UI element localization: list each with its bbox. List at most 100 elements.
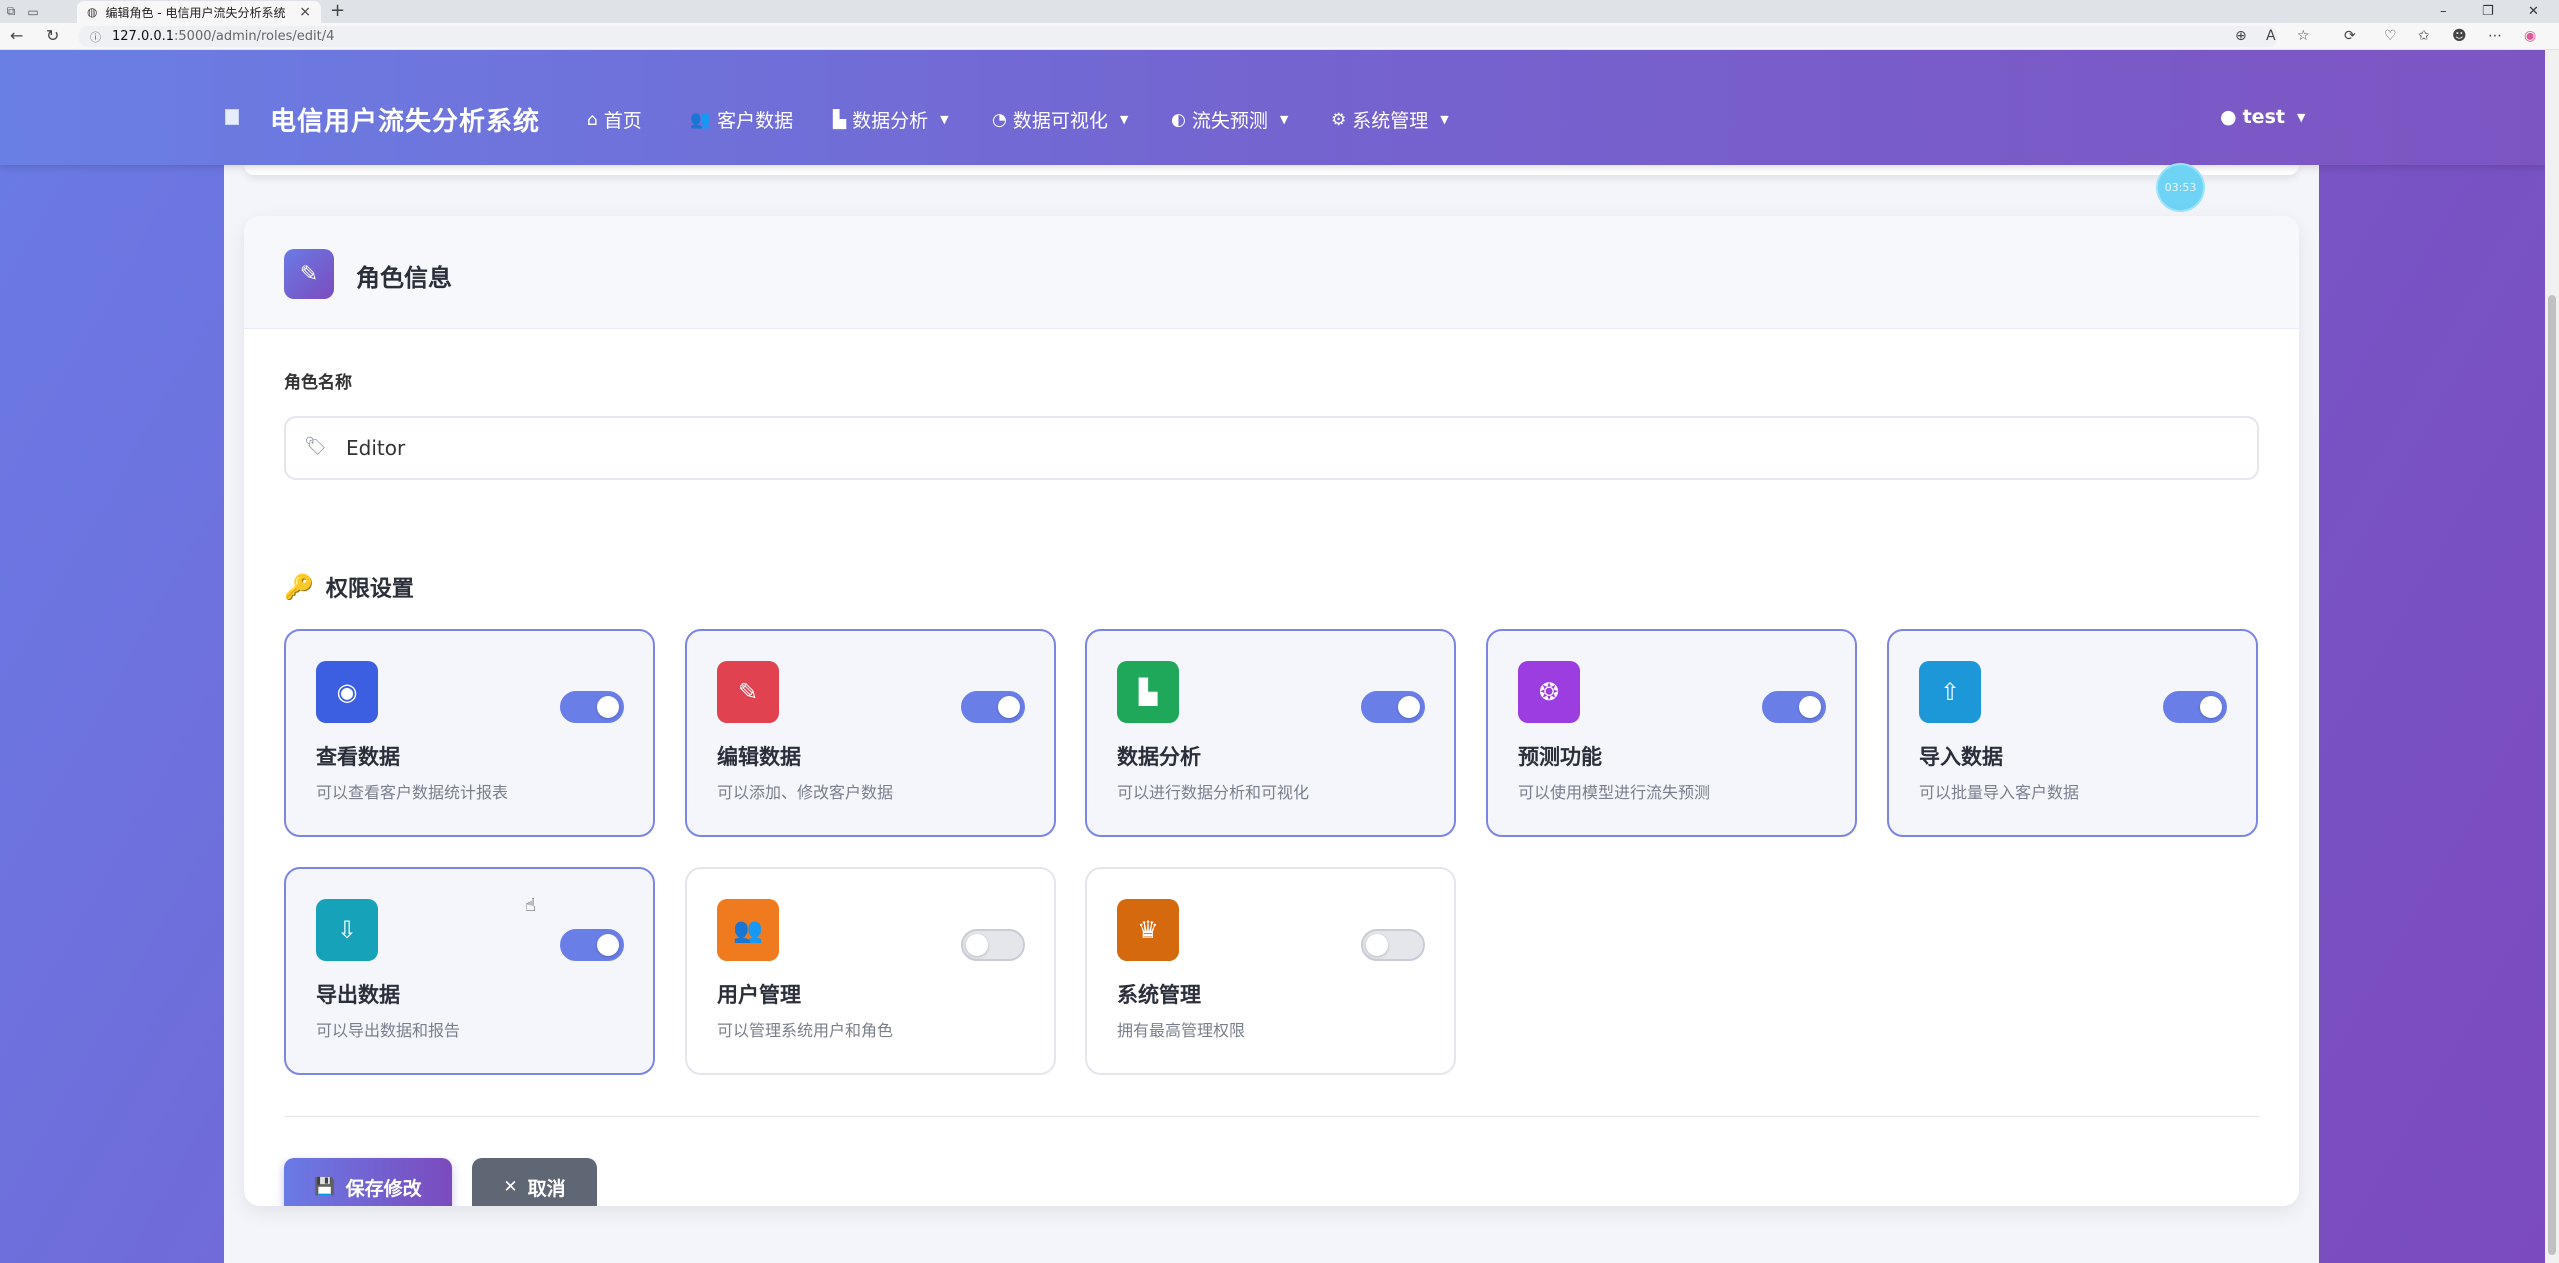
permission-user-management[interactable]: 👥 用户管理 可以管理系统用户和角色 <box>685 867 1056 1075</box>
zoom-icon[interactable]: ⊕ <box>2235 28 2247 44</box>
page-background: 电信用户流失分析系统 ⌂ 首页 👥 客户数据 ▙ 数据分析 ▼ ◔ 数据可视化 ▼ ◐ 流失预… <box>0 50 2545 1263</box>
permission-data-analysis[interactable]: ▙ 数据分析 可以进行数据分析和可视化 <box>1085 629 1456 837</box>
tab-close-icon[interactable]: × <box>299 4 311 20</box>
tag-icon: 🏷 <box>304 436 327 457</box>
nav-analysis-label: 数据分析 <box>852 110 929 132</box>
role-info-card: ✎ 角色信息 角色名称 🏷 🔑权限设置 ◉ 查看数据 可以查看客户数据统计报表 … <box>244 216 2299 1206</box>
brand-title[interactable]: 电信用户流失分析系统 <box>270 101 540 138</box>
permission-title: 导入数据 <box>1919 745 2003 769</box>
permission-view-data[interactable]: ◉ 查看数据 可以查看客户数据统计报表 <box>284 629 655 837</box>
page-scrollbar[interactable] <box>2545 50 2559 1263</box>
nav-analysis[interactable]: ▙ 数据分析 ▼ <box>833 106 949 133</box>
permission-title: 数据分析 <box>1117 745 1201 769</box>
permission-title: 用户管理 <box>717 983 801 1007</box>
permission-toggle[interactable] <box>1361 691 1425 723</box>
browser-tab-active[interactable]: ◍ 编辑角色 - 电信用户流失分析系统 × <box>77 1 321 23</box>
permission-desc: 可以添加、修改客户数据 <box>717 783 894 802</box>
refresh-icon[interactable]: ↻ <box>46 26 59 45</box>
nav-home-label: 首页 <box>603 110 642 132</box>
cancel-button[interactable]: ✕ 取消 <box>472 1158 597 1206</box>
copilot-icon[interactable]: ◉ <box>2524 28 2536 44</box>
permission-title: 预测功能 <box>1518 745 1602 769</box>
url-host: 127.0.0.1 <box>112 29 175 44</box>
permission-toggle[interactable] <box>1361 929 1425 961</box>
previous-card-edge <box>244 165 2299 175</box>
users-icon: 👥 <box>690 109 712 130</box>
permission-toggle[interactable] <box>961 929 1025 961</box>
permission-toggle[interactable] <box>961 691 1025 723</box>
read-aloud-icon[interactable]: A <box>2266 28 2276 44</box>
mouse-cursor-icon: ☝ <box>525 895 536 916</box>
scrollbar-thumb[interactable] <box>2548 295 2556 1255</box>
nav-home[interactable]: ⌂ 首页 <box>587 106 642 133</box>
permission-prediction[interactable]: ❂ 预测功能 可以使用模型进行流失预测 <box>1486 629 1857 837</box>
toggle-knob <box>2200 696 2222 718</box>
tab-actions-icon[interactable]: ▭ <box>22 0 44 23</box>
form-divider <box>284 1116 2259 1117</box>
role-name-label: 角色名称 <box>284 373 352 393</box>
close-icon: ✕ <box>503 1177 518 1197</box>
back-icon[interactable]: ← <box>10 26 23 45</box>
brain-icon: ❂ <box>1518 661 1580 723</box>
workspaces-icon[interactable]: ⧉ <box>0 0 22 23</box>
browser-essentials-icon[interactable]: ♡ <box>2384 28 2397 44</box>
nav-system-label: 系统管理 <box>1352 110 1429 132</box>
users-cog-icon: 👥 <box>717 899 779 961</box>
extensions-icon[interactable]: ⟳ <box>2344 28 2356 44</box>
top-navbar: 电信用户流失分析系统 ⌂ 首页 👥 客户数据 ▙ 数据分析 ▼ ◔ 数据可视化 ▼ ◐ 流失预… <box>0 50 2545 165</box>
edit-icon: ✎ <box>717 661 779 723</box>
role-name-field[interactable]: 🏷 <box>284 416 2259 480</box>
chart-icon: ▙ <box>833 109 847 130</box>
card-header: ✎ 角色信息 <box>244 216 2299 329</box>
toggle-knob <box>1398 696 1420 718</box>
brain-icon: ◐ <box>1171 109 1186 130</box>
permission-export-data[interactable]: ⇩ 导出数据 可以导出数据和报告 <box>284 867 655 1075</box>
nav-system[interactable]: ⚙ 系统管理 ▼ <box>1331 106 1449 133</box>
chevron-down-icon: ▼ <box>1279 113 1289 126</box>
permission-toggle[interactable] <box>1762 691 1826 723</box>
url-field[interactable]: 127.0.0.1:5000/admin/roles/edit/4 <box>78 26 2278 47</box>
url-path: :5000/admin/roles/edit/4 <box>174 29 335 44</box>
minimize-button[interactable]: – <box>2440 0 2447 23</box>
permission-desc: 可以管理系统用户和角色 <box>717 1021 894 1040</box>
permission-import-data[interactable]: ⇧ 导入数据 可以批量导入客户数据 <box>1887 629 2258 837</box>
collections-icon[interactable]: ✩ <box>2418 28 2430 44</box>
user-menu[interactable]: ● test ▼ <box>2220 106 2305 128</box>
session-timer-badge[interactable]: 03:53 <box>2158 165 2203 210</box>
save-button[interactable]: 💾 保存修改 <box>284 1158 452 1206</box>
nav-prediction-label: 流失预测 <box>1191 110 1268 132</box>
permission-desc: 可以使用模型进行流失预测 <box>1518 783 1711 802</box>
address-bar-row: ← ↻ 127.0.0.1:5000/admin/roles/edit/4 ⓘ … <box>0 23 2559 50</box>
permission-toggle[interactable] <box>560 929 624 961</box>
restore-button[interactable]: ❐ <box>2482 0 2494 23</box>
permission-toggle[interactable] <box>2163 691 2227 723</box>
profile-icon[interactable]: ☻ <box>2452 28 2467 44</box>
eye-icon: ◉ <box>316 661 378 723</box>
toggle-knob <box>597 696 619 718</box>
favorite-icon[interactable]: ☆ <box>2297 28 2310 44</box>
edit-icon: ✎ <box>284 249 334 299</box>
permission-toggle[interactable] <box>560 691 624 723</box>
permission-system-management[interactable]: ♛ 系统管理 拥有最高管理权限 <box>1085 867 1456 1075</box>
nav-prediction[interactable]: ◐ 流失预测 ▼ <box>1171 106 1288 133</box>
toggle-knob <box>966 934 988 956</box>
permission-edit-data[interactable]: ✎ 编辑数据 可以添加、修改客户数据 <box>685 629 1056 837</box>
role-name-input[interactable] <box>346 430 2226 466</box>
window-close-button[interactable]: ✕ <box>2528 0 2539 23</box>
permission-desc: 可以进行数据分析和可视化 <box>1117 783 1310 802</box>
browser-tab-bar: ⧉ ▭ <box>0 0 2559 23</box>
chevron-down-icon: ▼ <box>1440 113 1449 126</box>
pie-icon: ◔ <box>992 109 1007 130</box>
chevron-down-icon: ▼ <box>2296 110 2306 124</box>
download-icon: ⇩ <box>316 899 378 961</box>
toggle-knob <box>597 934 619 956</box>
nav-visualization[interactable]: ◔ 数据可视化 ▼ <box>992 106 1128 133</box>
more-icon[interactable]: ⋯ <box>2488 28 2502 44</box>
new-tab-button[interactable]: + <box>330 0 345 23</box>
nav-customers[interactable]: 👥 客户数据 <box>690 106 793 133</box>
site-info-icon[interactable]: ⓘ <box>90 29 101 45</box>
home-icon: ⌂ <box>587 109 598 130</box>
permissions-heading: 🔑 权限设置 <box>284 571 414 603</box>
gear-icon: ⚙ <box>1331 109 1347 130</box>
nav-visualization-label: 数据可视化 <box>1012 110 1108 132</box>
